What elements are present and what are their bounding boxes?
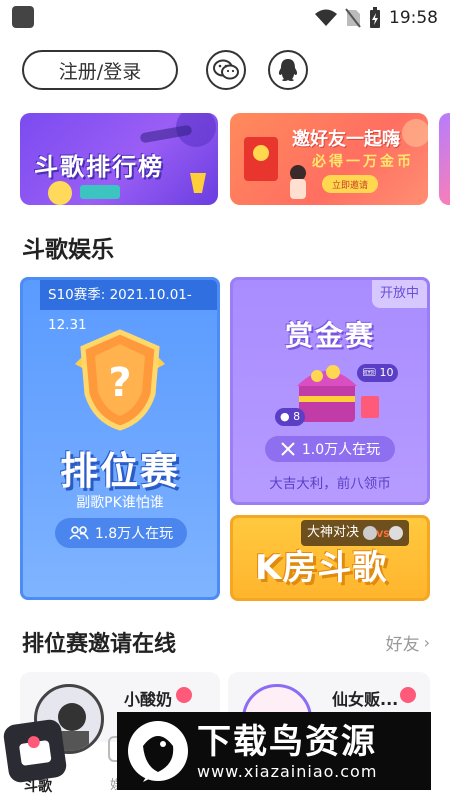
ranked-match-subtitle: 副歌PK谁怕谁 — [76, 495, 164, 511]
coin-icon: ● — [280, 410, 290, 423]
tab-doge-icon[interactable] — [2, 718, 68, 784]
status-time: 19:58 — [389, 8, 438, 28]
battery-charging-icon — [370, 7, 380, 28]
bird-logo-icon — [128, 721, 188, 782]
watermark-text-block: 下载鸟资源 www.xiazainiao.com — [197, 722, 377, 781]
login-register-button[interactable]: 注册/登录 — [22, 50, 178, 90]
friends-link[interactable]: 好友 › — [386, 630, 430, 655]
coin-count: 8 — [293, 410, 301, 423]
invite-friends-banner[interactable]: 邀好友一起嗨 必得一万金币 立即邀请 — [230, 113, 428, 205]
ranked-players-count: 1.8万人在玩 — [94, 526, 174, 542]
svg-text:?: ? — [108, 360, 131, 406]
ticket-count: 10 — [379, 366, 394, 379]
ticket-icon: 🎟 — [362, 366, 376, 379]
invite-online-title: 排位赛邀请在线 — [22, 632, 177, 657]
crossed-swords-icon — [281, 442, 295, 456]
qq-login-button[interactable] — [268, 50, 308, 90]
ranked-match-card[interactable]: S10赛季: 2021.10.01-12.31 ? 排位赛 副歌PK谁怕谁 1.… — [20, 277, 220, 600]
season-tag: S10赛季: 2021.10.01-12.31 — [40, 280, 217, 333]
users-icon — [69, 526, 89, 540]
bounty-players-pill: 1.0万人在玩 — [265, 436, 395, 462]
rank-list-banner[interactable]: 斗歌排行榜 — [20, 113, 218, 205]
bounty-players-count: 1.0万人在玩 — [301, 442, 381, 458]
svg-text:VS: VS — [376, 530, 389, 540]
bounty-match-title: 赏金赛 — [284, 319, 375, 352]
rank-list-banner-title: 斗歌排行榜 — [34, 153, 164, 181]
invite-now-button[interactable]: 立即邀请 — [322, 175, 378, 193]
k-room-tag-text: 大神对决 — [307, 525, 360, 540]
watermark: 下载鸟资源 www.xiazainiao.com — [117, 712, 431, 790]
wechat-icon — [213, 59, 239, 80]
section-title: 斗歌娱乐 — [22, 237, 114, 263]
next-banner-peek[interactable] — [439, 113, 450, 205]
ticket-count-badge: 🎟 10 — [357, 364, 399, 382]
ranked-match-title: 排位赛 — [59, 449, 180, 493]
status-bar: 19:58 — [0, 0, 450, 36]
invite-banner-title: 邀好友一起嗨 — [292, 129, 400, 150]
notification-icon — [12, 6, 34, 28]
status-icons: 19:58 — [315, 6, 438, 30]
open-status-tag: 开放中 — [371, 280, 427, 308]
invite-banner-subtitle: 必得一万金币 — [312, 154, 414, 170]
wechat-login-button[interactable] — [206, 50, 246, 90]
chevron-right-icon: › — [423, 633, 430, 652]
no-sim-icon — [345, 8, 361, 28]
ranked-players-pill: 1.8万人在玩 — [55, 518, 187, 548]
versus-avatars-icon: VS — [363, 525, 404, 541]
bounty-description: 大吉大利，前八领币 — [269, 476, 391, 492]
tab-doge-label[interactable]: 斗歌 — [24, 776, 52, 796]
qq-icon — [278, 59, 298, 81]
gender-badge-icon — [176, 687, 192, 703]
gender-badge-icon — [400, 687, 416, 703]
k-room-title: K房斗歌 — [255, 548, 388, 588]
bounty-match-card[interactable]: 开放中 赏金赛 🎟 10 ● 8 1.0万人在玩 大吉大利，前八领币 — [230, 277, 430, 505]
online-user-name: 仙女贩... — [332, 690, 399, 709]
coin-count-badge: ● 8 — [275, 408, 306, 426]
watermark-title: 下载鸟资源 — [197, 721, 377, 762]
watermark-url: www.xiazainiao.com — [197, 761, 378, 781]
wifi-icon — [315, 9, 337, 26]
k-room-card[interactable]: 大神对决 VS K房斗歌 — [230, 515, 430, 601]
rank-badge-icon: ? — [75, 329, 165, 431]
friends-link-label: 好友 — [385, 635, 420, 655]
online-user-name: 小酸奶 — [124, 690, 173, 709]
